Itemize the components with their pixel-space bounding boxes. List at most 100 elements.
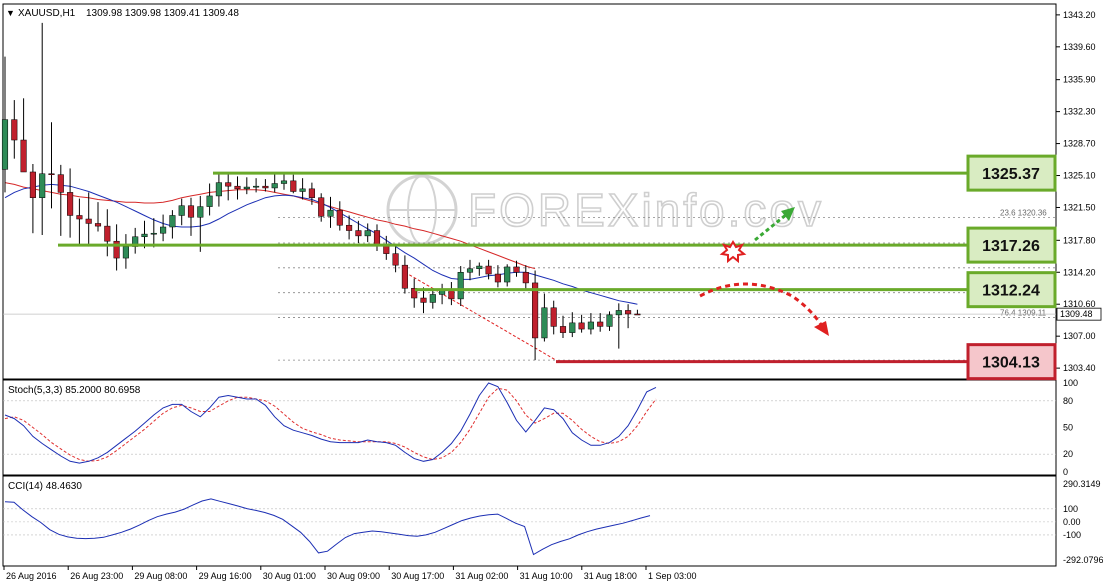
candle-body [559,326,567,333]
candle-body [215,182,222,197]
candle-body [494,273,501,283]
candle-body [373,230,381,246]
candle-body [280,180,288,184]
price-tick-label: 1325.10 [1063,171,1096,181]
cci-tick-label: 0.00 [1063,517,1081,527]
candle-body [364,230,371,237]
candle-body [615,310,622,316]
stoch-tick-label: 50 [1063,423,1073,433]
cci-tick-label: -292.0796 [1063,555,1103,565]
candle-body [355,230,362,237]
price-tick-label: 1307.00 [1063,331,1096,341]
candle-body [569,322,576,333]
price-tick-label: 1339.60 [1063,42,1096,52]
time-tick-label: 29 Aug 08:00 [134,571,187,581]
candle-body [532,282,539,339]
candle-body [429,294,436,303]
candle-body [401,264,408,289]
stoch-tick-label: 80 [1063,396,1073,406]
candle-body [169,215,176,228]
candle-body [1,119,9,170]
price-tick-label: 1303.40 [1063,363,1096,373]
candle-body [392,253,399,266]
candle-body [243,186,250,190]
candle-body [346,224,353,231]
candle-body [104,225,111,242]
stoch-tick-label: 100 [1063,378,1078,388]
candle-body [327,209,334,217]
candle-body [299,188,306,192]
candle-body [597,321,604,327]
time-axis: 26 Aug 2016 26 Aug 23:00 29 Aug 08:00 29 Au… [3,566,697,581]
chart-root: FOREXinfo.cov ▼ XAUUSD,H1 1309.98 1309.9… [1,3,1103,581]
candle-body [234,185,241,190]
time-tick-label: 31 Aug 02:00 [455,571,508,581]
candle-body [336,209,343,226]
candle-body [150,232,157,235]
candle-body [550,307,557,327]
candle-body [476,265,483,269]
level-1325-label: 1325.37 [982,166,1040,183]
level-1312-label: 1312.24 [982,283,1040,300]
candle-body [76,215,83,220]
candle-body [513,266,520,273]
candle-body [29,171,36,198]
stoch-tick-label: 20 [1063,449,1073,459]
time-tick-label: 26 Aug 2016 [6,571,57,581]
candle-body [197,206,204,218]
candle-body [420,297,427,303]
fib-label: 23.6 1320.36 [1000,209,1047,218]
time-tick-label: 30 Aug 01:00 [263,571,316,581]
price-tick-label: 1310.60 [1063,299,1096,309]
cci-tick-label: 290.3149 [1063,479,1101,489]
cci-label: CCI(14) 48.4630 [8,481,82,492]
candle-body [67,192,74,216]
candle-body [262,185,269,189]
candle-body [448,289,455,300]
candle-body [178,205,185,216]
level-1317-label: 1317.26 [982,238,1040,255]
candle-body [457,272,464,300]
price-tick-label: 1328.70 [1063,139,1096,149]
candle-body [141,233,148,238]
candle-body [11,119,18,141]
price-tick-label: 1314.20 [1063,267,1096,277]
stoch-label: Stoch(5,3,3) 85.2000 80.6958 [8,385,141,396]
cci-panel-frame [2,475,1057,567]
candle-body [94,223,102,227]
header-ohlc: 1309.98 1309.98 1309.41 1309.48 [86,8,239,19]
candle-body [308,188,315,198]
candle-body [541,307,548,339]
candle-body [485,265,492,275]
time-tick-label: 30 Aug 09:00 [327,571,380,581]
candle-body [634,313,641,316]
candle-body [587,321,594,330]
candle-body [318,197,325,217]
fib-label: 76.4 1309.11 [1000,308,1047,317]
candle-body [522,272,529,284]
price-tick-label: 1343.20 [1063,10,1096,20]
candle-body [57,174,64,193]
candle-body [187,205,195,218]
price-tick-label: 1332.30 [1063,107,1096,117]
level-1304-label: 1304.13 [982,355,1040,372]
price-tick-label: 1321.50 [1063,202,1096,212]
candle-body [290,180,297,192]
cci-tick-label: -100 [1063,530,1081,540]
candle-body [160,226,167,234]
header-dropdown-icon[interactable]: ▼ [6,8,15,18]
time-tick-label: 29 Aug 16:00 [199,571,252,581]
stoch-tick-label: 0 [1063,467,1068,477]
time-tick-label: 1 Sep 03:00 [648,571,697,581]
price-tick-label: 1335.90 [1063,75,1096,85]
candle-body [466,268,474,273]
candle-body [85,218,92,224]
price-tick-label: 1317.80 [1063,235,1096,245]
candle-body [606,314,613,327]
current-price-label: 1309.48 [1060,309,1093,319]
candle-body [225,182,232,187]
candle-body [122,246,129,259]
watermark-text: FOREXinfo.cov [468,184,824,236]
candle-body [39,173,46,198]
cci-tick-label: 100 [1063,504,1078,514]
